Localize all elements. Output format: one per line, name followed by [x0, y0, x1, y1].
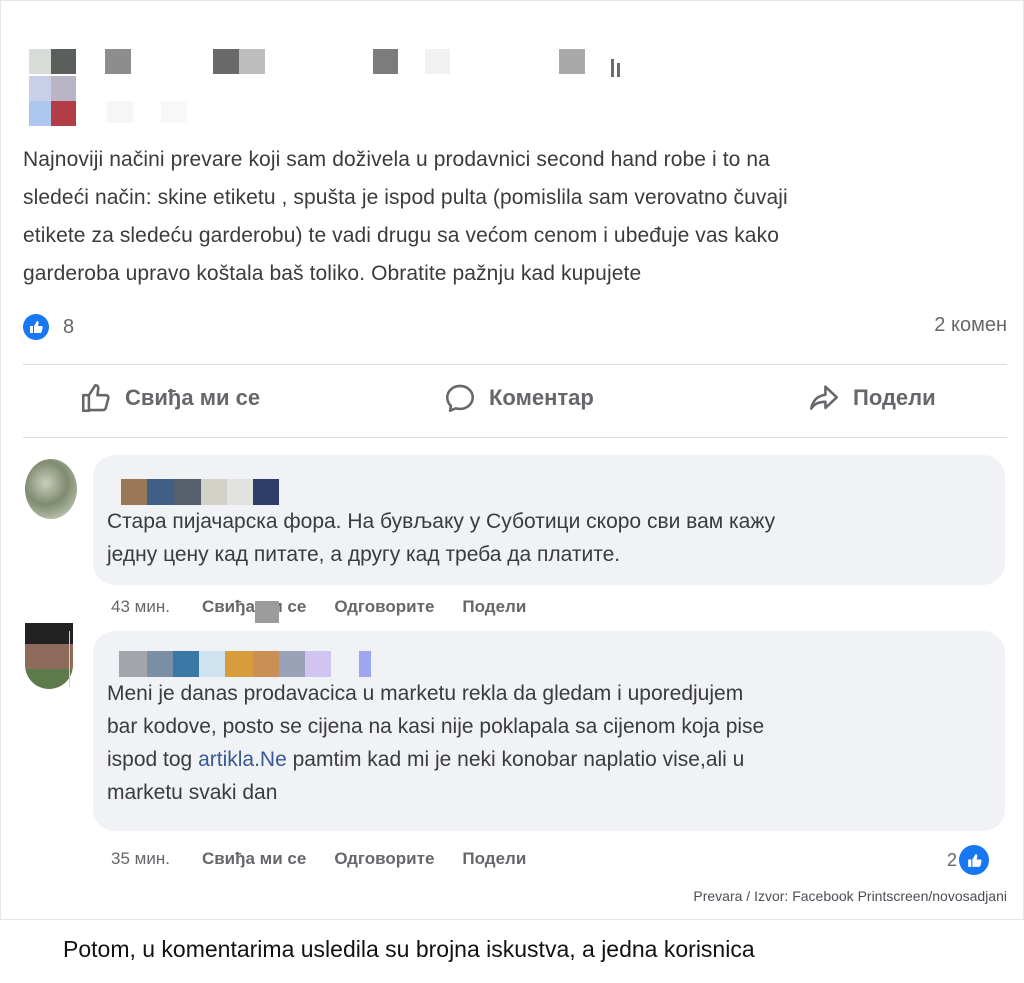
- facebook-post-screenshot: Najnoviji načini prevare koji sam dožive…: [0, 0, 1024, 920]
- comment-button[interactable]: Коментар: [443, 381, 594, 415]
- image-caption: Prevara / Izvor: Facebook Printscreen/no…: [693, 888, 1007, 904]
- comment-button-label: Коментар: [489, 385, 594, 410]
- like-button[interactable]: Свиђа ми се: [79, 381, 260, 415]
- comment-bubble: Стара пијачарска фора. На бувљаку у Субо…: [93, 455, 1005, 585]
- post-line: sledeći način: skine etiketu , spušta je…: [23, 186, 788, 209]
- post-line: garderoba upravo koštala baš toliko. Obr…: [23, 262, 642, 285]
- post-line: Najnoviji načini prevare koji sam dožive…: [23, 148, 770, 171]
- comment-timestamp[interactable]: 35 мин.: [111, 849, 170, 869]
- post-line: etikete za sledeću garderobu) te vadi dr…: [23, 224, 779, 247]
- comment-line: marketu svaki dan: [107, 781, 278, 804]
- comment-bubble: Meni je danas prodavacica u marketu rekl…: [93, 631, 1005, 831]
- article-paragraph: Potom, u komentarima usledila su brojna …: [63, 936, 755, 962]
- speech-bubble-icon: [445, 384, 475, 413]
- comment-line: Meni je danas prodavacica u marketu rekl…: [107, 682, 744, 705]
- share-arrow-icon: [809, 385, 839, 410]
- comment-line: Стара пијачарска фора. На бувљаку у Субо…: [107, 510, 776, 533]
- comment-line: ispod tog artikla.Ne pamtim kad mi je ne…: [107, 743, 764, 776]
- thumbs-up-icon: [81, 383, 110, 413]
- post-reactions[interactable]: 8: [23, 312, 74, 342]
- comment-text-segment: pamtim kad mi je neki konobar naplatio v…: [286, 748, 745, 771]
- comment-line: једну цену кад питате, а другу кад треба…: [107, 543, 621, 566]
- comment-link[interactable]: artikla.Ne: [198, 748, 287, 771]
- comment-meta: 43 мин. Свиђа ми се Одговорите Подели: [111, 597, 554, 617]
- blurred-cursor: [255, 601, 279, 623]
- thumbs-up-reaction-icon: [959, 845, 990, 875]
- comment-reply-link[interactable]: Одговорите: [334, 597, 434, 617]
- comment-text-segment: ispod tog: [107, 748, 199, 771]
- commenter-avatar[interactable]: [25, 459, 77, 519]
- thumbs-up-reaction-icon: [23, 314, 49, 340]
- post-body: Najnoviji načini prevare koji sam dožive…: [23, 141, 1013, 293]
- thread-line: [69, 631, 70, 687]
- post-action-bar: Свиђа ми се Коментар Подели: [23, 371, 1007, 433]
- comment-like-link[interactable]: Свиђа ми се: [202, 849, 306, 869]
- share-button-label: Подели: [853, 385, 936, 410]
- commenter-avatar[interactable]: [25, 623, 73, 689]
- comment-text: Meni je danas prodavacica u marketu rekl…: [107, 677, 764, 809]
- comment-share-link[interactable]: Подели: [462, 597, 526, 617]
- comment-timestamp[interactable]: 43 мин.: [111, 597, 170, 617]
- comment-reply-link[interactable]: Одговорите: [334, 849, 434, 869]
- comment-text: Стара пијачарска фора. На бувљаку у Субо…: [107, 505, 775, 571]
- comment-share-link[interactable]: Подели: [462, 849, 526, 869]
- comment-count-link[interactable]: 2 комен: [934, 314, 1007, 337]
- like-button-label: Свиђа ми се: [125, 385, 261, 410]
- divider: [23, 364, 1007, 365]
- reaction-count: 8: [63, 315, 75, 338]
- divider: [23, 437, 1007, 438]
- share-button[interactable]: Подели: [807, 381, 936, 415]
- comment-reactions[interactable]: 2: [947, 845, 990, 875]
- comment-reaction-count: 2: [947, 849, 958, 870]
- comment-meta: 35 мин. Свиђа ми се Одговорите Подели: [111, 849, 554, 869]
- comment-line: bar kodove, posto se cijena na kasi nije…: [107, 715, 765, 738]
